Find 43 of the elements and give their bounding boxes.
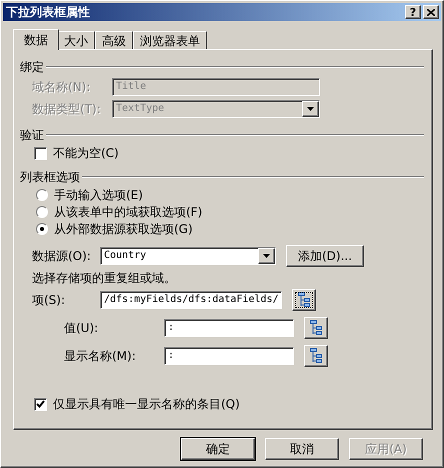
- xpath-input[interactable]: :: [164, 319, 294, 337]
- radio-button[interactable]: [36, 206, 48, 218]
- window-title: 下拉列表框属性: [6, 5, 90, 19]
- group-heading: 列表框选项: [20, 170, 80, 184]
- tab[interactable]: 高级: [95, 31, 133, 49]
- select-field-button[interactable]: [304, 345, 328, 367]
- xpath-input[interactable]: /dfs:myFields/dfs:dataFields/: [100, 291, 282, 309]
- xpath-input[interactable]: :: [164, 347, 294, 365]
- tree-icon: [310, 348, 322, 364]
- close-button[interactable]: [423, 5, 439, 19]
- hint-text: 选择存储项的重复组或域。: [32, 271, 176, 285]
- checkbox[interactable]: [34, 146, 47, 160]
- tree-icon: [298, 292, 310, 308]
- data-source-dropdown[interactable]: Country: [100, 247, 276, 265]
- checkbox-label: 仅显示具有唯一显示名称的条目(Q): [53, 397, 240, 411]
- dialog-button[interactable]: 确定: [181, 438, 255, 460]
- tree-icon: [310, 320, 322, 336]
- checkbox-label: 不能为空(C): [53, 146, 119, 160]
- field-label: 域名称(N):: [32, 80, 92, 94]
- dropdown-arrow-icon: [307, 107, 314, 111]
- add-button[interactable]: 添加(D)...: [286, 245, 364, 267]
- field-label: 数据源(O):: [32, 249, 92, 263]
- select-field-button[interactable]: [292, 289, 316, 311]
- field-label: 数据类型(T):: [32, 102, 102, 116]
- close-icon: [427, 8, 435, 16]
- field-label: 显示名称(M):: [64, 349, 137, 363]
- select-field-button[interactable]: [304, 317, 328, 339]
- radio-button[interactable]: [36, 189, 48, 201]
- field-label: 项(S):: [32, 293, 66, 307]
- radio-button[interactable]: [36, 223, 48, 235]
- tab[interactable]: 数据: [13, 29, 59, 50]
- checkbox[interactable]: [34, 398, 47, 410]
- tab[interactable]: 浏览器表单: [133, 31, 207, 49]
- radio-label: 从外部数据源获取选项(G): [54, 222, 193, 236]
- group-heading: 验证: [20, 128, 44, 142]
- radio-label: 从该表单中的域获取选项(F): [54, 205, 202, 219]
- tab[interactable]: 大小: [57, 31, 95, 49]
- dropdown-arrow-icon: [263, 254, 270, 258]
- help-button[interactable]: ?: [405, 5, 421, 19]
- dialog-button[interactable]: 取消: [265, 438, 339, 460]
- field-label: 值(U):: [64, 321, 100, 335]
- group-heading: 绑定: [20, 60, 44, 74]
- radio-label: 手动输入选项(E): [54, 188, 143, 202]
